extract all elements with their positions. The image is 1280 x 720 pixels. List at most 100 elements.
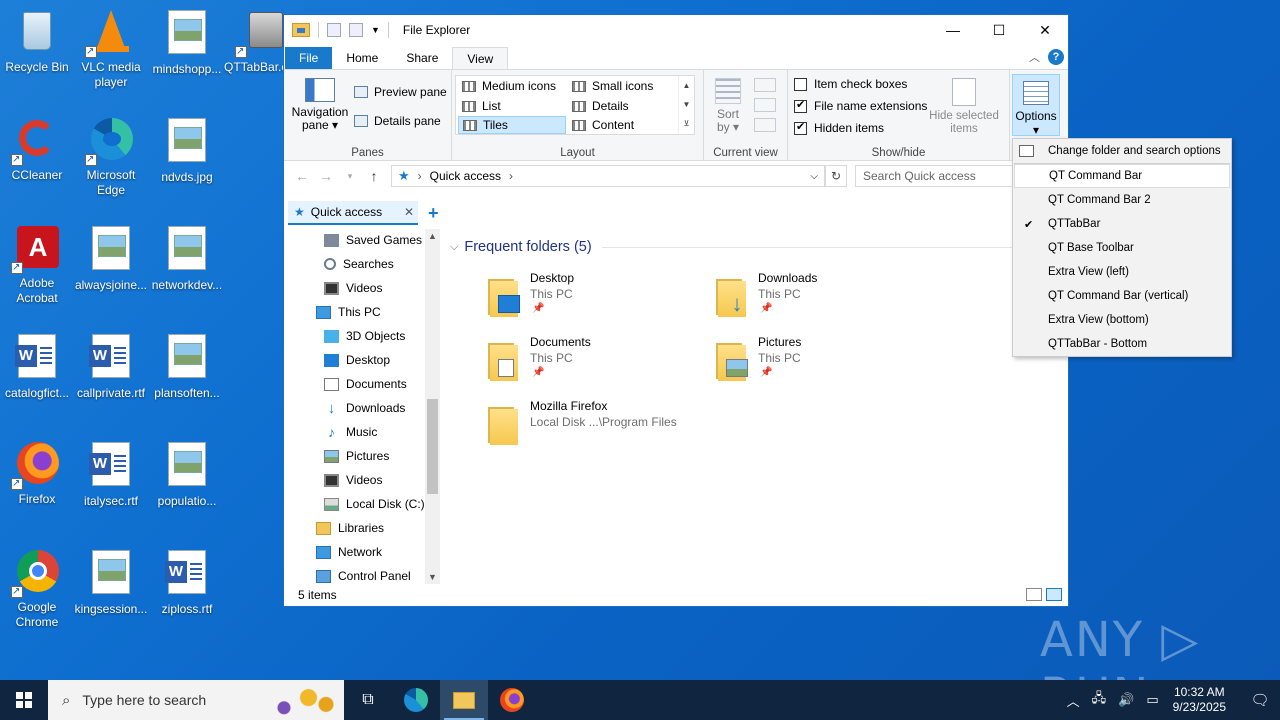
menu-item-change-folder-options[interactable]: Change folder and search options bbox=[1014, 139, 1230, 163]
taskbar-file-explorer[interactable] bbox=[440, 680, 488, 720]
nav-item-videos-pc[interactable]: Videos bbox=[324, 469, 382, 491]
menu-item-qt-command-bar-vertical[interactable]: QT Command Bar (vertical) bbox=[1014, 284, 1230, 308]
back-arrow-icon[interactable]: ← bbox=[290, 168, 314, 184]
nav-item-music[interactable]: ♪ Music bbox=[324, 421, 377, 443]
layout-content[interactable]: Content bbox=[568, 116, 678, 134]
minimize-button[interactable]: — bbox=[930, 15, 976, 45]
layout-medium-icons[interactable]: Medium icons bbox=[458, 77, 566, 95]
folder-tile-desktop[interactable]: Desktop This PC 📌 bbox=[486, 271, 696, 327]
properties-icon[interactable] bbox=[327, 23, 341, 37]
menu-item-qt-base-toolbar[interactable]: QT Base Toolbar bbox=[1014, 236, 1230, 260]
clock[interactable]: 10:32 AM 9/23/2025 bbox=[1173, 685, 1226, 715]
layout-details[interactable]: Details bbox=[568, 97, 678, 115]
refresh-button[interactable]: ↻ bbox=[825, 165, 847, 187]
close-tab-icon[interactable]: ✕ bbox=[404, 205, 414, 219]
group-by-icon[interactable] bbox=[754, 78, 776, 92]
desktop-icon-microsoft-edge[interactable]: Microsoft Edge bbox=[74, 116, 148, 198]
address-input[interactable]: ★ › Quick access › ⌵ bbox=[391, 165, 825, 187]
add-tab-icon[interactable]: + bbox=[428, 203, 439, 224]
chevron-down-icon[interactable]: ▼ bbox=[371, 25, 380, 35]
breadcrumb[interactable]: Quick access bbox=[430, 169, 501, 183]
details-view-icon[interactable] bbox=[1026, 588, 1042, 601]
new-folder-icon[interactable] bbox=[349, 23, 363, 37]
hidden-items-toggle[interactable]: Hidden items bbox=[794, 118, 884, 138]
maximize-button[interactable]: ☐ bbox=[976, 15, 1022, 45]
folder-tile-documents[interactable]: Documents This PC 📌 bbox=[486, 335, 696, 391]
menu-item-qt-command-bar-2[interactable]: QT Command Bar 2 bbox=[1014, 188, 1230, 212]
add-columns-icon[interactable] bbox=[754, 98, 776, 112]
folder-tile-downloads[interactable]: ↓ Downloads This PC 📌 bbox=[714, 271, 924, 327]
nav-item-desktop[interactable]: Desktop bbox=[324, 349, 390, 371]
taskbar-edge[interactable] bbox=[392, 680, 440, 720]
notifications-icon[interactable]: 🗨 bbox=[1240, 691, 1280, 709]
menu-item-qt-command-bar[interactable]: QT Command Bar bbox=[1014, 164, 1230, 188]
details-pane-button[interactable]: Details pane bbox=[354, 111, 441, 131]
taskbar-search[interactable]: ⌕ Type here to search bbox=[48, 680, 344, 720]
desktop-icon-vlc[interactable]: VLC media player bbox=[74, 8, 148, 90]
tab-share[interactable]: Share bbox=[392, 47, 452, 69]
sort-by-button[interactable]: Sort by ▾ bbox=[710, 78, 746, 134]
desktop-icon-adobe-acrobat[interactable]: A Adobe Acrobat bbox=[0, 224, 74, 306]
desktop-icon-alwaysjoine[interactable]: alwaysjoine... bbox=[74, 224, 148, 293]
menu-item-qttabbar[interactable]: ✔ QTTabBar bbox=[1014, 212, 1230, 236]
nav-pane-scrollbar[interactable]: ▲ ▼ bbox=[425, 229, 440, 584]
navigation-pane-button[interactable]: Navigation pane ▾ bbox=[290, 78, 350, 132]
desktop-icon-plansoften[interactable]: plansoften... bbox=[150, 332, 224, 401]
taskbar-firefox[interactable] bbox=[488, 680, 536, 720]
breadcrumb-chevron-icon[interactable]: › bbox=[509, 169, 513, 183]
nav-item-3d-objects[interactable]: 3D Objects bbox=[324, 325, 405, 347]
desktop-icon-kingsession[interactable]: kingsession... bbox=[74, 548, 148, 617]
chevron-down-icon[interactable]: ⌵ bbox=[450, 241, 458, 254]
desktop-icon-ziploss[interactable]: ziploss.rtf bbox=[150, 548, 224, 617]
desktop-icon-italysec[interactable]: italysec.rtf bbox=[74, 440, 148, 509]
nav-item-pictures[interactable]: Pictures bbox=[324, 445, 389, 467]
desktop-icon-firefox[interactable]: Firefox bbox=[0, 440, 74, 507]
breadcrumb-chevron-icon[interactable]: › bbox=[418, 169, 422, 183]
nav-item-libraries[interactable]: Libraries bbox=[316, 517, 384, 539]
hide-selected-items-button[interactable]: Hide selected items bbox=[928, 78, 1000, 136]
address-dropdown-icon[interactable]: ⌵ bbox=[810, 171, 818, 182]
nav-item-network[interactable]: Network bbox=[316, 541, 382, 563]
layout-tiles[interactable]: Tiles bbox=[458, 116, 566, 134]
tab-view[interactable]: View bbox=[452, 47, 509, 69]
network-icon[interactable]: 🖧 bbox=[1092, 689, 1107, 711]
nav-item-videos[interactable]: Videos bbox=[324, 277, 382, 299]
recent-locations-icon[interactable]: ▾ bbox=[338, 171, 362, 182]
desktop-icon-callprivate[interactable]: callprivate.rtf bbox=[74, 332, 148, 401]
close-button[interactable]: ✕ bbox=[1022, 15, 1068, 45]
quick-access-tab[interactable]: ★ Quick access ✕ bbox=[288, 201, 418, 225]
tab-home[interactable]: Home bbox=[332, 47, 392, 69]
scroll-down-icon[interactable]: ▼ bbox=[425, 572, 440, 582]
size-columns-icon[interactable] bbox=[754, 118, 776, 132]
volume-icon[interactable]: 🔊 bbox=[1118, 692, 1134, 708]
nav-item-documents[interactable]: Documents bbox=[324, 373, 407, 395]
desktop-icon-ndvds[interactable]: ndvds.jpg bbox=[150, 116, 224, 185]
task-view-button[interactable]: ⧉ bbox=[344, 680, 392, 720]
tab-file[interactable]: File bbox=[285, 47, 333, 69]
folder-tile-pictures[interactable]: Pictures This PC 📌 bbox=[714, 335, 924, 391]
menu-item-extra-view-bottom[interactable]: Extra View (bottom) bbox=[1014, 308, 1230, 332]
layout-small-icons[interactable]: Small icons bbox=[568, 77, 678, 95]
nav-item-local-disk[interactable]: Local Disk (C:) bbox=[324, 493, 425, 515]
start-button[interactable] bbox=[0, 680, 48, 720]
layout-gallery-scroller[interactable]: ▲ ▼ ⊻ bbox=[678, 76, 694, 134]
item-check-boxes-toggle[interactable]: Item check boxes bbox=[794, 74, 907, 94]
forward-arrow-icon[interactable]: → bbox=[314, 168, 338, 184]
help-icon[interactable]: ? bbox=[1048, 49, 1064, 65]
desktop-icon-recycle-bin[interactable]: Recycle Bin bbox=[0, 8, 74, 75]
desktop-icon-mindshopp[interactable]: mindshopp... bbox=[150, 8, 224, 77]
layout-list[interactable]: List bbox=[458, 97, 566, 115]
file-name-extensions-toggle[interactable]: File name extensions bbox=[794, 96, 927, 116]
scroll-up-icon[interactable]: ▲ bbox=[425, 231, 440, 241]
battery-icon[interactable]: ▭ bbox=[1146, 692, 1158, 708]
checkbox[interactable] bbox=[794, 98, 807, 113]
desktop-icon-populatio[interactable]: populatio... bbox=[150, 440, 224, 509]
desktop-icon-ccleaner[interactable]: CCleaner bbox=[0, 116, 74, 183]
desktop-icon-google-chrome[interactable]: Google Chrome bbox=[0, 548, 74, 630]
collapse-ribbon-icon[interactable]: ︿ bbox=[1029, 49, 1040, 65]
desktop-icon-networkdev[interactable]: networkdev... bbox=[150, 224, 224, 293]
nav-item-searches[interactable]: Searches bbox=[324, 253, 394, 275]
up-arrow-icon[interactable]: ↑ bbox=[362, 168, 386, 184]
nav-item-downloads[interactable]: ↓ Downloads bbox=[324, 397, 406, 419]
nav-item-saved-games[interactable]: Saved Games bbox=[324, 229, 422, 251]
